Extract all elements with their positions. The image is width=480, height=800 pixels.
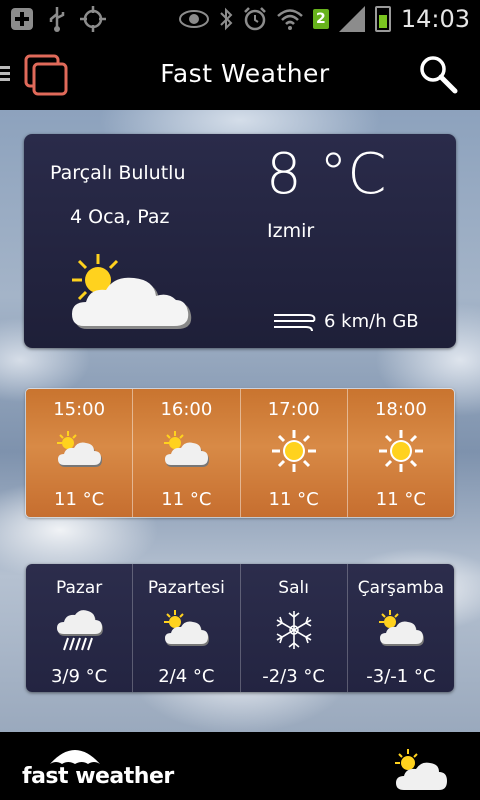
condition-label: Parçalı Bulutlu — [50, 162, 186, 184]
day-label: Çarşamba — [357, 578, 445, 598]
daily-item[interactable]: Çarşamba -3/-1 °C — [348, 564, 454, 692]
partly-cloudy-icon — [164, 431, 210, 467]
battery-icon — [374, 6, 391, 32]
partly-cloudy-icon — [164, 610, 210, 646]
bottom-bar: fast weather — [0, 732, 480, 800]
action-bar: Fast Weather — [0, 38, 480, 110]
daily-item[interactable]: Salı -2/3 °C — [241, 564, 348, 692]
day-temperature: -2/3 °C — [262, 666, 325, 687]
usb-icon — [49, 7, 65, 32]
hourly-item[interactable]: 15:00 11 °C — [26, 389, 134, 517]
partly-cloudy-icon — [57, 431, 103, 467]
wind-icon — [274, 314, 316, 332]
daily-forecast[interactable]: Pazar 3/9 °C Pazartesi 2/4 °C Salı -2/3 … — [26, 564, 454, 692]
day-label: Pazartesi — [147, 578, 225, 598]
daily-item[interactable]: Pazartesi 2/4 °C — [133, 564, 241, 692]
notification-badge: 2 — [312, 9, 329, 29]
sun-icon — [271, 430, 316, 472]
partly-cloudy-icon — [378, 610, 424, 646]
day-label: Pazar — [56, 578, 103, 598]
day-temperature: 2/4 °C — [158, 666, 215, 687]
status-bar: 2 14:03 — [0, 0, 480, 38]
city-label: Izmir — [267, 220, 315, 242]
hourly-item[interactable]: 16:00 11 °C — [133, 389, 241, 517]
day-label: Salı — [278, 578, 309, 598]
partly-cloudy-icon — [72, 254, 192, 329]
day-temperature: 3/9 °C — [50, 666, 108, 687]
gps-icon — [80, 6, 106, 32]
day-temperature: -3/-1 °C — [366, 666, 436, 687]
search-icon[interactable] — [418, 54, 458, 94]
sun-icon — [378, 430, 423, 472]
hour-temperature: 11 °C — [268, 489, 319, 510]
alarm-icon — [243, 7, 266, 31]
date-label: 4 Oca, Paz — [70, 206, 170, 228]
eye-icon — [178, 10, 209, 28]
hour-temperature: 11 °C — [161, 489, 212, 510]
hourly-forecast[interactable]: 15:00 11 °C 16:00 11 °C 17:00 11 °C 18:0… — [26, 389, 454, 517]
hourly-item[interactable]: 18:00 11 °C — [348, 389, 454, 517]
bluetooth-icon — [220, 7, 233, 31]
hour-temperature: 11 °C — [54, 489, 105, 510]
snow-icon — [276, 611, 312, 649]
hourly-item[interactable]: 17:00 11 °C — [241, 389, 348, 517]
partly-cloudy-icon[interactable] — [392, 748, 450, 792]
hour-label: 15:00 — [53, 399, 106, 420]
clock: 14:03 — [400, 5, 470, 33]
brand-logo: fast weather — [22, 764, 174, 789]
rain-icon — [57, 610, 104, 651]
wind-label: 6 km/h GB — [324, 310, 419, 332]
daily-item[interactable]: Pazar 3/9 °C — [26, 564, 134, 692]
hour-label: 17:00 — [267, 399, 320, 420]
current-temperature: 8 °C — [266, 142, 387, 207]
signal-icon — [338, 6, 365, 32]
wifi-icon — [276, 9, 303, 30]
plus-icon — [11, 8, 33, 30]
hour-label: 16:00 — [160, 399, 213, 420]
hour-label: 18:00 — [374, 399, 427, 420]
current-weather-card[interactable]: Parçalı Bulutlu 4 Oca, Paz 8 °C Izmir 6 … — [24, 134, 456, 348]
wind-info: 6 km/h GB — [272, 310, 419, 332]
hour-temperature: 11 °C — [375, 489, 426, 510]
app-title: Fast Weather — [160, 59, 330, 88]
